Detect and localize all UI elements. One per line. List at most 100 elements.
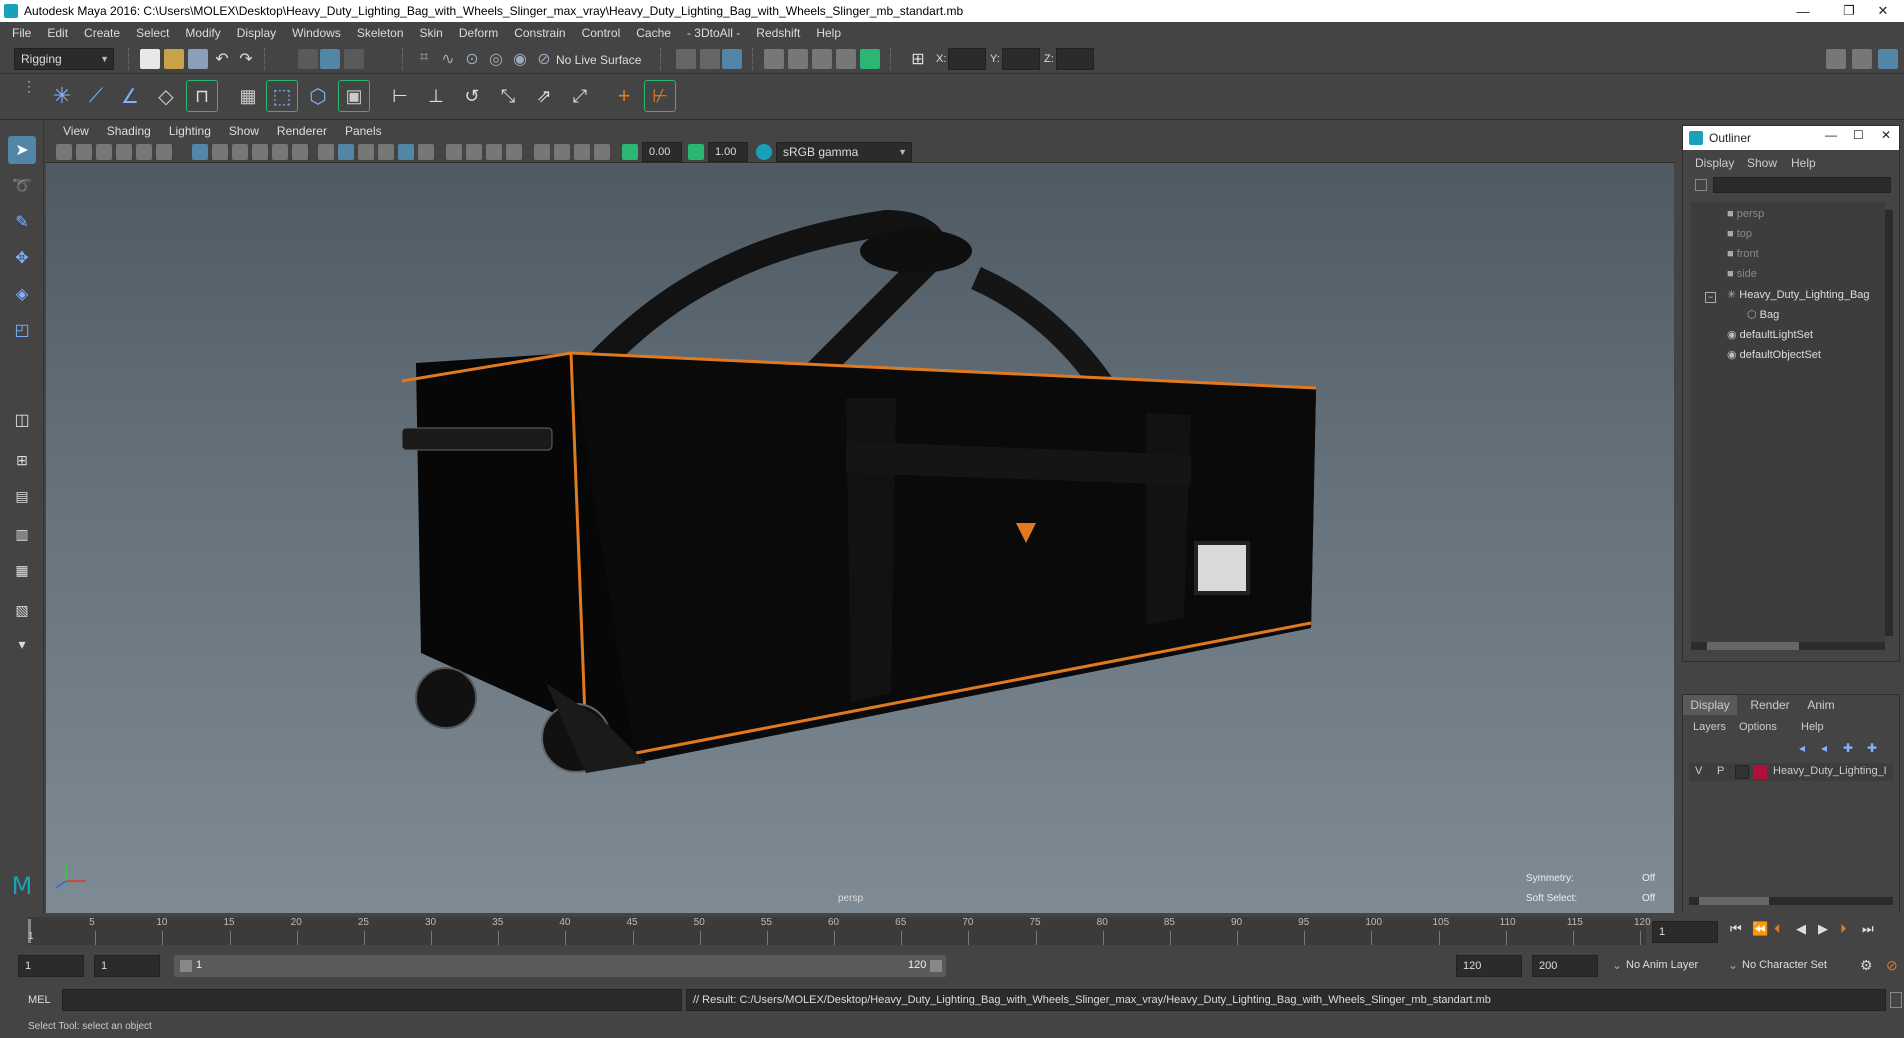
current-frame-field[interactable]: 1 [1652, 921, 1718, 943]
output-ops-icon[interactable] [700, 49, 720, 69]
grid-icon[interactable] [192, 144, 208, 160]
xray-joints-icon[interactable] [574, 144, 590, 160]
step-forward-key-icon[interactable]: ⏵ [1840, 921, 1847, 937]
save-scene-icon[interactable] [188, 49, 208, 69]
z-field[interactable] [1056, 48, 1094, 70]
tab-display[interactable]: Display [1683, 695, 1737, 715]
hypershade-icon[interactable] [860, 49, 880, 69]
smooth-shade-icon[interactable] [338, 144, 354, 160]
range-slider-bar[interactable]: 1 120 [174, 955, 946, 977]
step-back-key-icon[interactable]: ⏴ [1774, 921, 1781, 937]
outliner-item-persp[interactable]: ■ persp [1727, 208, 1764, 220]
auto-key-icon[interactable]: ⊘ [1886, 957, 1898, 974]
start-time-field[interactable]: 1 [18, 955, 84, 977]
gamma-icon[interactable] [688, 144, 704, 160]
menu-help[interactable]: Help [808, 26, 849, 40]
tab-anim[interactable]: Anim [1799, 695, 1843, 715]
aim-constraint-icon[interactable]: ⇗ [528, 80, 560, 112]
move-layer-up-icon[interactable]: ◂ [1799, 741, 1805, 755]
new-scene-icon[interactable] [140, 49, 160, 69]
wireframe-icon[interactable] [318, 144, 334, 160]
outliner-item-default-light-set[interactable]: ◉ defaultLightSet [1727, 328, 1813, 341]
menu-constrain[interactable]: Constrain [506, 26, 573, 40]
undo-icon[interactable]: ↶ [212, 49, 232, 69]
wireframe-on-shaded-icon[interactable] [358, 144, 374, 160]
blend-shape-icon[interactable]: ▣ [338, 80, 370, 112]
end-time-field[interactable]: 200 [1532, 955, 1598, 977]
shelf-tabs-icon[interactable]: ⋮ [22, 78, 36, 95]
render-view-icon[interactable] [764, 49, 784, 69]
menu-windows[interactable]: Windows [284, 26, 349, 40]
viewport-menu-lighting[interactable]: Lighting [160, 124, 220, 138]
outliner-item-front[interactable]: ■ front [1727, 248, 1759, 260]
outliner-item-heavy-duty-lighting-bag[interactable]: ✳ Heavy_Duty_Lighting_Bag [1727, 288, 1870, 301]
lattice-icon[interactable]: ⬚ [266, 80, 298, 112]
motion-blur-icon[interactable] [466, 144, 482, 160]
scrollbar-thumb[interactable] [1699, 897, 1769, 905]
y-field[interactable] [1002, 48, 1040, 70]
outliner-close-button[interactable]: ✕ [1881, 128, 1891, 142]
play-backward-icon[interactable]: ◀ [1796, 921, 1806, 937]
move-layer-down-icon[interactable]: ◂ [1821, 741, 1827, 755]
render-current-frame-icon[interactable] [788, 49, 808, 69]
cluster-icon[interactable]: ▦ [232, 80, 264, 112]
outliner-horizontal-scrollbar[interactable] [1691, 642, 1885, 650]
outliner-menu-display[interactable]: Display [1695, 156, 1734, 170]
point-constraint-icon[interactable]: ⊥ [420, 80, 452, 112]
select-by-object-icon[interactable] [320, 49, 340, 69]
absolute-transform-icon[interactable]: ⊞ [908, 49, 928, 69]
persp-graph-layout-icon[interactable]: ▥ [8, 520, 36, 548]
menu-file[interactable]: File [4, 26, 39, 40]
layers-menu-options[interactable]: Options [1739, 721, 1777, 733]
textured-icon[interactable] [378, 144, 394, 160]
input-ops-icon[interactable] [676, 49, 696, 69]
character-set-dropdown[interactable]: ⌄ No Character Set [1728, 955, 1858, 977]
new-layer-selected-icon[interactable]: ✚ [1867, 741, 1877, 755]
exposure-icon[interactable] [622, 144, 638, 160]
scrollbar-thumb[interactable] [1707, 642, 1799, 650]
viewport-menu-show[interactable]: Show [220, 124, 268, 138]
layers-menu-help[interactable]: Help [1801, 721, 1824, 733]
menu-skin[interactable]: Skin [412, 26, 451, 40]
wrap-deformer-icon[interactable]: ⬡ [302, 80, 334, 112]
joint-tool-icon[interactable]: ✳ [46, 80, 78, 112]
xray-active-icon[interactable] [594, 144, 610, 160]
camera-attributes-icon[interactable] [76, 144, 92, 160]
menu-cache[interactable]: Cache [628, 26, 679, 40]
safe-action-icon[interactable] [292, 144, 308, 160]
two-d-pan-icon[interactable] [136, 144, 152, 160]
render-settings-icon[interactable] [836, 49, 856, 69]
layer-name[interactable]: Heavy_Duty_Lighting_I [1773, 765, 1889, 777]
menu-skeleton[interactable]: Skeleton [349, 26, 412, 40]
field-chart-icon[interactable] [272, 144, 288, 160]
script-editor-icon[interactable] [1890, 992, 1902, 1008]
tab-render[interactable]: Render [1745, 695, 1795, 715]
live-surface-label[interactable]: No Live Surface [556, 53, 641, 67]
outliner-item-default-object-set[interactable]: ◉ defaultObjectSet [1727, 348, 1821, 361]
image-plane-icon[interactable] [116, 144, 132, 160]
menu-create[interactable]: Create [76, 26, 128, 40]
construction-history-icon[interactable] [722, 49, 742, 69]
viewport-menu-panels[interactable]: Panels [336, 124, 391, 138]
outliner-search-input[interactable] [1713, 177, 1891, 193]
menu-redshift[interactable]: Redshift [748, 26, 808, 40]
outliner-minimize-button[interactable]: — [1825, 128, 1837, 142]
outliner-layout-icon[interactable]: ▦ [8, 556, 36, 584]
new-layer-icon[interactable]: ✚ [1843, 741, 1853, 755]
locator-icon[interactable]: + [608, 80, 640, 112]
color-management-icon[interactable] [756, 144, 772, 160]
make-live-icon[interactable]: ◉ [510, 49, 530, 69]
x-field[interactable] [948, 48, 986, 70]
snap-view-plane-icon[interactable]: ◎ [486, 49, 506, 69]
play-forward-icon[interactable]: ▶ [1818, 921, 1828, 937]
xray-icon[interactable] [554, 144, 570, 160]
menu-set-dropdown[interactable]: Rigging ▼ [14, 48, 114, 70]
ambient-occlusion-icon[interactable] [446, 144, 462, 160]
outliner-menu-help[interactable]: Help [1791, 156, 1816, 170]
snap-settings-icon[interactable]: ⊘ [534, 49, 554, 69]
time-slider[interactable]: 5 10 15 20 25 30 35 40 45 50 55 60 65 70 75 80 85 90 95 100… [0, 913, 1904, 951]
outliner-vertical-scrollbar[interactable] [1885, 210, 1893, 636]
view-transform-dropdown[interactable]: sRGB gamma ▼ [776, 142, 912, 162]
resolution-gate-icon[interactable] [232, 144, 248, 160]
set-driven-key-icon[interactable]: ⊬ [644, 80, 676, 112]
